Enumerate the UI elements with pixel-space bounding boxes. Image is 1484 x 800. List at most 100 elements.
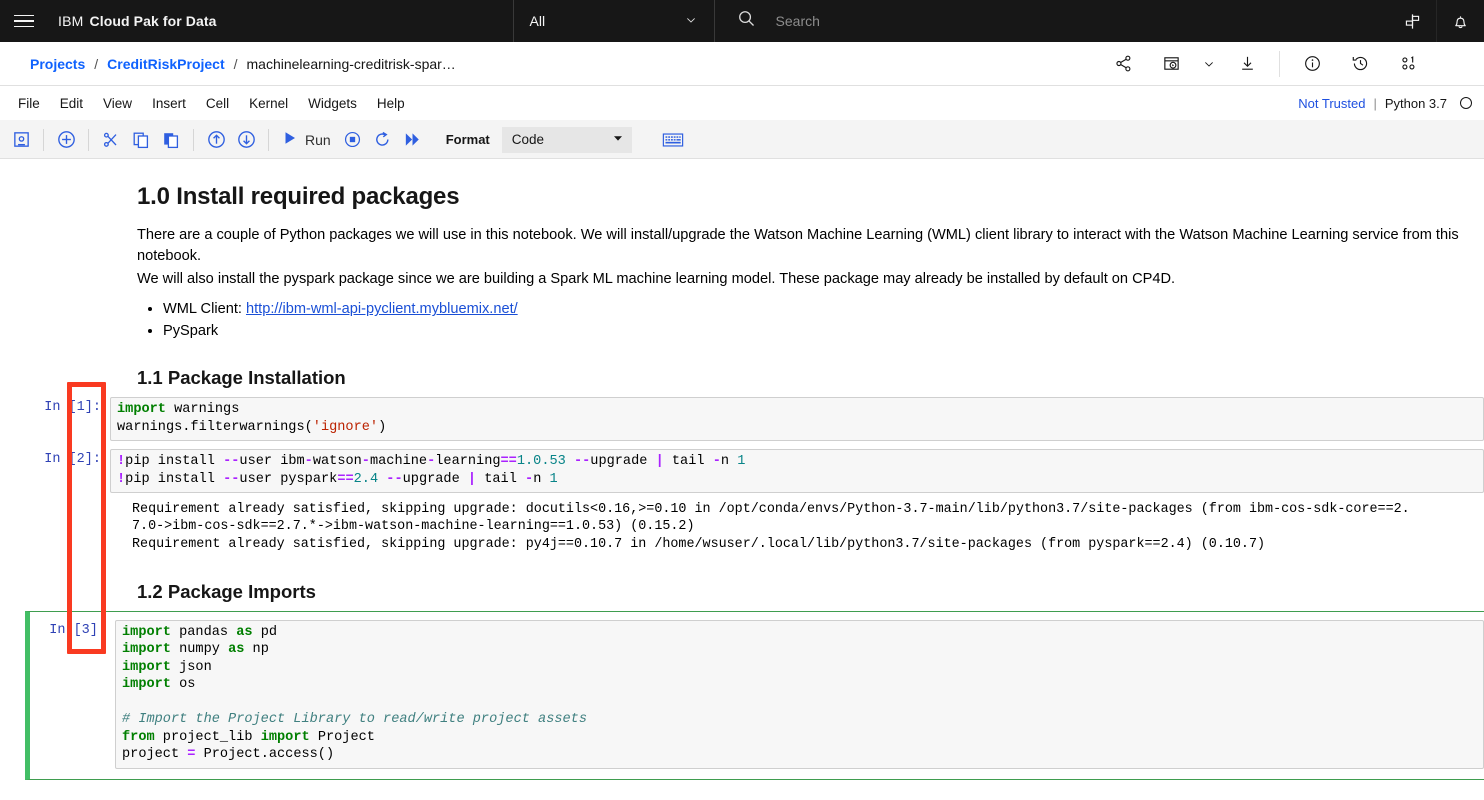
notification-bell-icon[interactable] bbox=[1436, 0, 1484, 42]
code-line: import pandas as pd bbox=[122, 624, 278, 640]
breadcrumb: Projects / CreditRiskProject / machinele… bbox=[30, 56, 456, 72]
signpost-icon[interactable] bbox=[1388, 0, 1436, 42]
code-cell-3-selected[interactable]: In [3]: import pandas as pd import numpy … bbox=[25, 610, 1484, 780]
code-line: !pip install --user pyspark==2.4 --upgra… bbox=[117, 471, 558, 487]
code-line: warnings.filterwarnings('ignore') bbox=[117, 419, 387, 435]
code-area-2[interactable]: !pip install --user ibm-watson-machine-l… bbox=[110, 449, 1484, 557]
toolbar-divider bbox=[193, 128, 194, 151]
global-search[interactable] bbox=[715, 0, 1388, 42]
chevron-down-icon[interactable] bbox=[1195, 42, 1223, 85]
restart-run-all-button[interactable] bbox=[398, 126, 428, 154]
code-cell-2[interactable]: In [2]: !pip install --user ibm-watson-m… bbox=[0, 449, 1484, 557]
code-line: project = Project.access() bbox=[122, 747, 335, 763]
brand-ibm-label: IBM bbox=[58, 13, 84, 29]
paste-cell-button[interactable] bbox=[156, 126, 186, 154]
jobs-icon[interactable] bbox=[1147, 42, 1195, 85]
code-input-3[interactable]: import pandas as pd import numpy as np imp… bbox=[115, 619, 1484, 769]
toolbar-divider bbox=[1279, 50, 1280, 77]
markdown-cell-1-2[interactable]: 1.2 Package Imports bbox=[0, 581, 1484, 603]
search-input[interactable] bbox=[773, 12, 1295, 30]
code-input-2[interactable]: !pip install --user ibm-watson-machine-l… bbox=[110, 449, 1484, 494]
move-cell-down-button[interactable] bbox=[231, 126, 261, 154]
code-line: import os bbox=[122, 677, 196, 693]
code-input-1[interactable]: import warnings warnings.filterwarnings('… bbox=[110, 397, 1484, 442]
intro-paragraph-line-2: We will also install the pyspark package… bbox=[137, 271, 1176, 288]
list-item: PySpark bbox=[163, 321, 1474, 343]
play-icon bbox=[282, 130, 298, 149]
kernel-idle-circle-icon bbox=[1460, 97, 1472, 109]
cell-output-2: Requirement already satisfied, skipping … bbox=[132, 502, 1410, 552]
menu-file[interactable]: File bbox=[8, 91, 50, 116]
format-label: Format bbox=[445, 132, 490, 147]
history-icon[interactable] bbox=[1336, 42, 1384, 85]
breadcrumb-item-creditriskproject[interactable]: CreditRiskProject bbox=[107, 56, 224, 72]
menu-widgets[interactable]: Widgets bbox=[298, 91, 367, 116]
wml-client-label: WML Client: bbox=[163, 301, 246, 318]
cell-prompt-3: In [3]: bbox=[49, 622, 106, 638]
code-area-3[interactable]: import pandas as pd import numpy as np imp… bbox=[115, 619, 1484, 769]
run-label: Run bbox=[305, 131, 331, 148]
wml-client-link[interactable]: http://ibm-wml-api-pyclient.mybluemix.ne… bbox=[246, 301, 518, 317]
notebook-toolbar: Run Format Code bbox=[0, 121, 1484, 159]
menu-kernel[interactable]: Kernel bbox=[239, 91, 298, 116]
section-heading-1-1: 1.1 Package Installation bbox=[137, 367, 346, 389]
code-area-1[interactable]: import warnings warnings.filterwarnings('… bbox=[110, 397, 1484, 442]
code-cell-3-row[interactable]: In [3]: import pandas as pd import numpy … bbox=[30, 619, 1484, 769]
stop-kernel-button[interactable] bbox=[338, 126, 368, 154]
breadcrumb-separator: / bbox=[233, 55, 238, 72]
notebook-actions bbox=[1099, 42, 1484, 85]
menu-help[interactable]: Help bbox=[367, 91, 415, 116]
download-icon[interactable] bbox=[1223, 42, 1271, 85]
page-title: 1.0 Install required packages bbox=[137, 183, 460, 210]
kernel-name-label: Python 3.7 bbox=[1384, 95, 1447, 111]
breadcrumb-item-projects[interactable]: Projects bbox=[30, 56, 85, 72]
brand-title[interactable]: IBM Cloud Pak for Data bbox=[48, 0, 217, 42]
markdown-cell-intro[interactable]: 1.0 Install required packages There are … bbox=[0, 183, 1484, 389]
keyboard-shortcuts-button[interactable] bbox=[658, 126, 688, 154]
caret-down-icon bbox=[612, 132, 624, 147]
notebook-menubar: File Edit View Insert Cell Kernel Widget… bbox=[0, 86, 1484, 121]
code-line: import numpy as np bbox=[122, 642, 269, 658]
code-cell-1[interactable]: In [1]: import warnings warnings.filterwa… bbox=[0, 397, 1484, 442]
code-line: # Import the Project Library to read/wri… bbox=[122, 712, 587, 728]
brand-product-label: Cloud Pak for Data bbox=[89, 13, 217, 29]
hamburger-menu-icon[interactable] bbox=[0, 0, 48, 42]
save-checkpoint-button[interactable] bbox=[6, 126, 36, 154]
breadcrumb-separator: / bbox=[94, 55, 99, 72]
information-icon[interactable] bbox=[1288, 42, 1336, 85]
copy-cell-button[interactable] bbox=[126, 126, 156, 154]
breadcrumb-item-current: machinelearning-creditrisk-spar… bbox=[246, 55, 456, 72]
notebook-body[interactable]: 1.0 Install required packages There are … bbox=[0, 159, 1484, 800]
cut-cell-button[interactable] bbox=[96, 126, 126, 154]
code-line: !pip install --user ibm-watson-machine-l… bbox=[117, 454, 746, 470]
menu-insert[interactable]: Insert bbox=[142, 91, 196, 116]
global-header: IBM Cloud Pak for Data All bbox=[0, 0, 1484, 42]
section-heading-1-2: 1.2 Package Imports bbox=[137, 580, 316, 602]
menu-cell[interactable]: Cell bbox=[196, 91, 239, 116]
menu-view[interactable]: View bbox=[93, 91, 142, 116]
cell-prompt-1: In [1]: bbox=[44, 400, 101, 416]
toolbar-divider bbox=[88, 128, 89, 151]
collaborators-icon[interactable] bbox=[1384, 42, 1432, 85]
intro-paragraph-line-1: There are a couple of Python packages we… bbox=[137, 227, 1459, 265]
toolbar-divider bbox=[268, 128, 269, 151]
cell-prompt-2: In [2]: bbox=[44, 452, 101, 468]
pyspark-label: PySpark bbox=[163, 323, 219, 340]
breadcrumb-bar: Projects / CreditRiskProject / machinele… bbox=[0, 42, 1484, 86]
trust-status-button[interactable]: Not Trusted bbox=[1298, 96, 1365, 111]
search-scope-value: All bbox=[529, 13, 546, 29]
header-spacer bbox=[217, 0, 513, 42]
cell-format-dropdown[interactable]: Code bbox=[501, 126, 632, 153]
status-divider: | bbox=[1373, 95, 1377, 111]
insert-cell-button[interactable] bbox=[51, 126, 81, 154]
share-icon[interactable] bbox=[1099, 42, 1147, 85]
move-cell-up-button[interactable] bbox=[201, 126, 231, 154]
menu-edit[interactable]: Edit bbox=[50, 91, 93, 116]
run-cell-button[interactable]: Run bbox=[276, 126, 338, 154]
restart-kernel-button[interactable] bbox=[368, 126, 398, 154]
search-scope-dropdown[interactable]: All bbox=[512, 0, 715, 42]
chevron-down-icon bbox=[684, 13, 698, 30]
package-list: WML Client: http://ibm-wml-api-pyclient.… bbox=[137, 299, 1474, 343]
search-icon bbox=[737, 9, 756, 33]
